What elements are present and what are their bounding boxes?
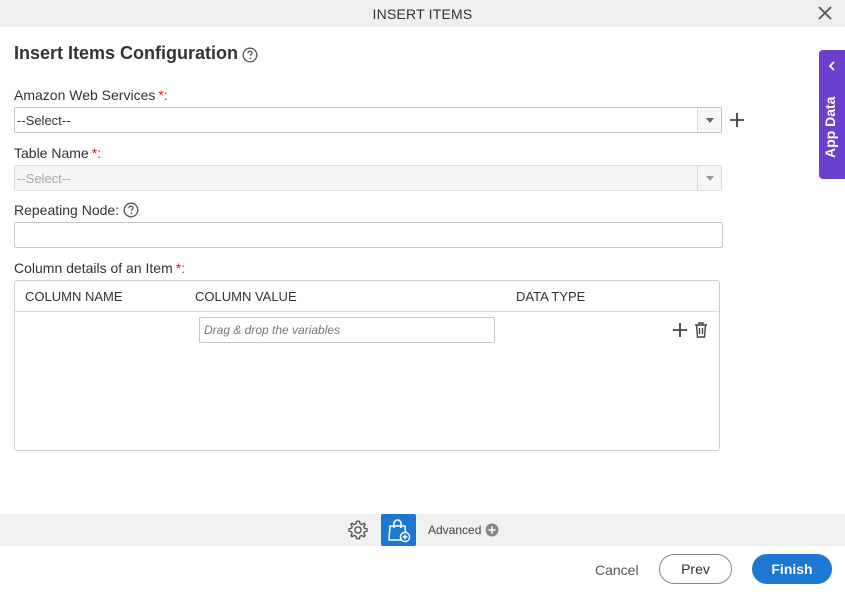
prev-button[interactable]: Prev [659, 554, 732, 584]
column-value-header: COLUMN VALUE [195, 289, 297, 304]
dialog-title: INSERT ITEMS [372, 6, 473, 22]
repeating-node-input[interactable] [14, 222, 723, 248]
data-type-header: DATA TYPE [516, 289, 586, 304]
table-name-label-text: Table Name [14, 145, 89, 161]
grid-header: COLUMN NAME COLUMN VALUE DATA TYPE [15, 281, 719, 312]
help-icon[interactable] [242, 47, 258, 63]
required-marker: *: [158, 87, 168, 103]
add-aws-connection-icon[interactable] [728, 111, 746, 129]
dialog-titlebar: INSERT ITEMS [0, 0, 845, 27]
add-variables-button[interactable] [381, 514, 416, 546]
trash-icon[interactable] [693, 321, 709, 339]
column-details-label: Column details of an Item *: [14, 260, 185, 276]
column-value-placeholder: Drag & drop the variables [204, 323, 341, 337]
aws-select-value: --Select-- [17, 113, 71, 128]
add-row-icon[interactable] [671, 321, 689, 339]
advanced-label: Advanced [428, 523, 482, 537]
table-name-label: Table Name *: [14, 145, 101, 161]
column-value-input[interactable]: Drag & drop the variables [199, 317, 495, 343]
column-details-grid: COLUMN NAME COLUMN VALUE DATA TYPE Drag … [14, 280, 720, 451]
chevron-down-icon[interactable] [697, 166, 721, 190]
help-icon[interactable] [123, 202, 139, 218]
aws-label: Amazon Web Services *: [14, 87, 168, 103]
close-icon[interactable] [816, 4, 834, 22]
advanced-toggle[interactable]: Advanced [428, 523, 499, 537]
repeating-node-label: Repeating Node: [14, 202, 139, 218]
app-data-label: App Data [822, 96, 838, 158]
page-heading: Insert Items Configuration [14, 43, 258, 64]
shopping-bag-plus-icon [388, 519, 411, 543]
plus-circle-icon [485, 523, 499, 537]
column-name-header: COLUMN NAME [25, 289, 123, 304]
aws-select[interactable]: --Select-- [14, 107, 722, 133]
table-name-select[interactable]: --Select-- [14, 165, 722, 191]
app-data-panel-tab[interactable]: App Data [819, 50, 845, 179]
required-marker: *: [91, 145, 102, 161]
chevron-down-icon[interactable] [697, 108, 721, 132]
aws-label-text: Amazon Web Services [14, 87, 156, 103]
column-details-label-text: Column details of an Item [14, 260, 173, 276]
chevron-left-icon [828, 61, 835, 71]
cancel-button[interactable]: Cancel [595, 562, 639, 578]
footer-toolbar: Advanced [0, 514, 845, 546]
finish-button[interactable]: Finish [752, 554, 832, 584]
table-name-select-value: --Select-- [17, 171, 71, 186]
repeating-node-label-text: Repeating Node: [14, 202, 120, 218]
page-title: Insert Items Configuration [14, 43, 239, 63]
gear-icon[interactable] [347, 519, 369, 541]
required-marker: *: [175, 260, 186, 276]
